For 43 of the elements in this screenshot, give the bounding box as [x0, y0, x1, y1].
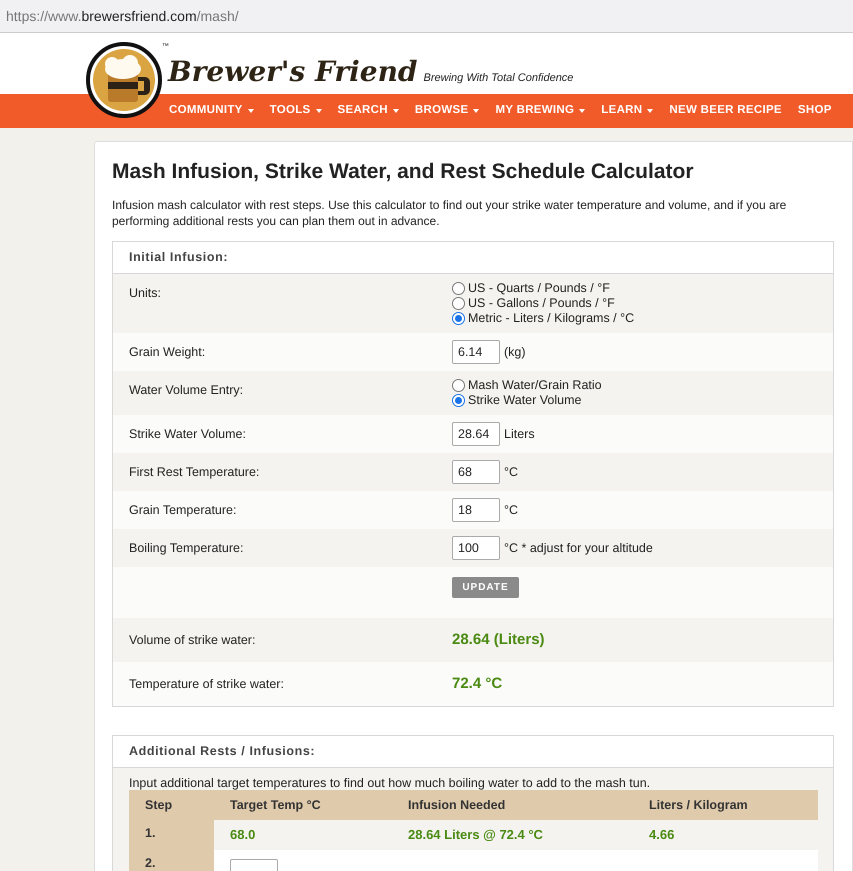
page-title: Mash Infusion, Strike Water, and Rest Schedule Calculator [112, 159, 695, 185]
input-field[interactable]: 18 [452, 498, 500, 522]
address-bar-url[interactable]: https://www.brewersfriend.com/mash/ [6, 6, 239, 26]
unit-label: °C * adjust for your altitude [504, 540, 653, 557]
unit-label: °C [504, 464, 518, 481]
unit-label: (kg) [504, 344, 526, 361]
result-value: 72.4 °C [452, 675, 502, 692]
radio-button[interactable] [452, 379, 465, 392]
field-label: Temperature of strike water: [129, 677, 284, 691]
brand-name[interactable]: Brewer's Friend [168, 56, 418, 88]
radio-button[interactable] [452, 282, 465, 295]
field-label: First Rest Temperature: [129, 465, 260, 479]
unit-label: °C [504, 502, 518, 519]
step-cell-text: 1. [144, 825, 156, 842]
column-header: Liters / Kilogram [649, 796, 749, 814]
section-note: Input additional target temperatures to find out how much boiling water to add to the mash tun. [129, 776, 652, 790]
field-label: Volume of strike water: [129, 633, 256, 647]
radio-button[interactable] [452, 312, 465, 325]
step-cell-text: 2. [144, 855, 156, 871]
table-cell-text: 4.66 [649, 826, 674, 844]
field-label: Boiling Temperature: [129, 541, 244, 555]
input-field[interactable]: 100 [452, 536, 500, 560]
field-label: Water Volume Entry: [129, 383, 244, 397]
table-cell-text: 28.64 Liters @ 72.4 °C [408, 826, 544, 844]
column-header: Infusion Needed [408, 796, 506, 814]
brand-tagline: Brewing With Total Confidence [424, 70, 574, 86]
field-label: Units: [129, 286, 161, 300]
radio-button[interactable] [452, 394, 465, 407]
page-description: Infusion mash calculator with rest steps. Use this calculator to find out your strike water temperature and volume, and if you are performing additional rests you can plan them out in advance. [112, 197, 788, 229]
input-field[interactable]: 6.14 [452, 340, 500, 364]
panel-title: Initial Infusion: [129, 249, 228, 266]
radio-button[interactable] [452, 297, 465, 310]
panel-title: Additional Rests / Infusions: [129, 743, 316, 760]
field-label: Grain Temperature: [129, 503, 236, 517]
input-field[interactable]: 68 [452, 460, 500, 484]
result-value: 28.64 (Liters) [452, 631, 545, 648]
input-field[interactable]: 28.64 [452, 422, 500, 446]
column-header: Step [144, 796, 174, 814]
field-label: Grain Weight: [129, 345, 206, 359]
table-cell-text: 68.0 [230, 826, 256, 844]
unit-label: Liters [504, 426, 535, 443]
field-label: Strike Water Volume: [129, 427, 246, 441]
column-header: Target Temp °C [230, 796, 322, 814]
